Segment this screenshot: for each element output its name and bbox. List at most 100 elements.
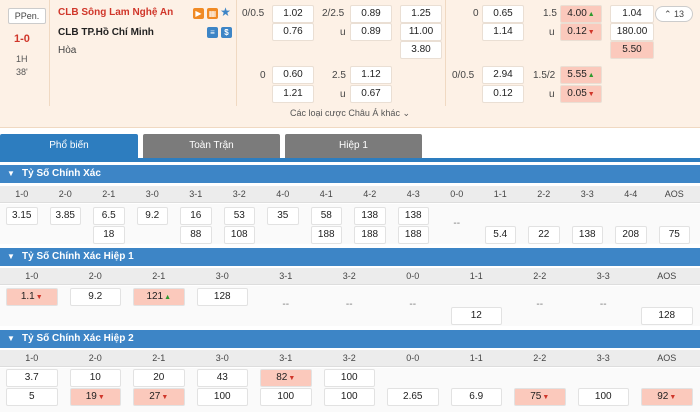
h1-over-odd-1[interactable]: 4.00▲ bbox=[560, 5, 602, 23]
collapse-toggle[interactable]: ⌃ 13 bbox=[655, 6, 693, 22]
ft-hdp-home-odd-1[interactable]: 1.02 bbox=[272, 5, 314, 23]
odd-cell[interactable]: 100 bbox=[260, 388, 312, 406]
odd-cell[interactable]: 92▼ bbox=[641, 388, 693, 406]
favorite-star-icon[interactable]: ★ bbox=[220, 6, 231, 18]
ft-under-odd-1[interactable]: 0.89 bbox=[350, 23, 392, 41]
odd-cell[interactable]: 35 bbox=[267, 207, 299, 225]
odd-cell[interactable]: 121▲ bbox=[133, 288, 185, 306]
odd-cell[interactable]: 18 bbox=[93, 226, 125, 244]
ft-over-odd-2[interactable]: 1.12 bbox=[350, 66, 392, 84]
ft-1x2-home-odd[interactable]: 1.25 bbox=[400, 5, 442, 23]
odd-cell[interactable]: 2.65 bbox=[387, 388, 439, 406]
section-header-ft-correct-score[interactable]: ▼ Tỷ Số Chính Xác bbox=[0, 165, 700, 183]
live-stream-icon[interactable]: ▶ bbox=[193, 8, 204, 19]
odd-cell[interactable]: 88 bbox=[180, 226, 212, 244]
odd-cell[interactable]: 43 bbox=[196, 369, 248, 387]
dollar-icon[interactable]: $ bbox=[221, 27, 232, 38]
odd-cell[interactable]: 82▼ bbox=[260, 369, 312, 387]
away-team-name[interactable]: CLB TP.Hồ Chí Minh bbox=[58, 27, 154, 38]
odd-cell[interactable]: 6.9 bbox=[450, 388, 502, 406]
odd-cell[interactable]: 22 bbox=[528, 226, 560, 244]
odd-cell[interactable]: 5 bbox=[6, 388, 58, 406]
ft-hdp-line-2: 0 bbox=[260, 70, 266, 81]
tab-hiep-1[interactable]: Hiệp 1 bbox=[285, 134, 422, 158]
ft-hdp-away-odd-2[interactable]: 1.21 bbox=[272, 85, 314, 103]
odd-cell[interactable]: 100 bbox=[196, 388, 248, 406]
match-status-column: PPen. 1-0 1H 38' bbox=[0, 0, 50, 106]
odd-cell[interactable]: 3.85 bbox=[49, 207, 81, 225]
odd-cell[interactable]: 100 bbox=[323, 369, 375, 387]
odd-cell[interactable]: 75▼ bbox=[514, 388, 566, 406]
odd-cell[interactable]: 3.7 bbox=[6, 369, 58, 387]
more-asian-bets-link[interactable]: Các loại cược Châu Á khác ⌄ bbox=[0, 108, 700, 119]
odd-cell[interactable]: 108 bbox=[223, 226, 255, 244]
ft-hdp-home-odd-2[interactable]: 0.60 bbox=[272, 66, 314, 84]
odd-value: 208 bbox=[622, 229, 640, 240]
h1-hdp-away-odd-2[interactable]: 0.12 bbox=[482, 85, 524, 103]
info-icon[interactable]: ≡ bbox=[207, 27, 218, 38]
odd-cell[interactable]: 138 bbox=[397, 207, 429, 225]
odd-cell[interactable]: 5.4 bbox=[484, 226, 516, 244]
tab-pho-bien[interactable]: Phổ biến bbox=[0, 134, 138, 158]
score-header: 2-0 bbox=[58, 189, 72, 199]
odd-cell[interactable]: 100 bbox=[577, 388, 629, 406]
section-header-h2-correct-score[interactable]: ▼ Tỷ Số Chính Xác Hiệp 2 bbox=[0, 330, 700, 348]
odd-cell[interactable]: 138 bbox=[354, 207, 386, 225]
odd-cell[interactable]: 128 bbox=[641, 307, 693, 325]
h1-under-odd-1[interactable]: 0.12▼ bbox=[560, 23, 602, 41]
odd-cell[interactable]: 188 bbox=[354, 226, 386, 244]
odd-value: 100 bbox=[213, 391, 231, 402]
odd-cell[interactable]: 188 bbox=[397, 226, 429, 244]
odds-down-icon: ▼ bbox=[288, 375, 296, 382]
tab-toan-tran[interactable]: Toàn Trận bbox=[143, 134, 280, 158]
odd-cell[interactable]: 20 bbox=[133, 369, 185, 387]
odd-cell[interactable]: 188 bbox=[310, 226, 342, 244]
score-header: AOS bbox=[657, 271, 677, 281]
h1-hdp-home-odd-2[interactable]: 2.94 bbox=[482, 66, 524, 84]
h1-1x2-away-odd[interactable]: 180.00 bbox=[610, 23, 654, 41]
h1-1x2-home-odd[interactable]: 1.04 bbox=[610, 5, 654, 23]
odd-cell[interactable]: 1.1▼ bbox=[6, 288, 58, 306]
odd-cell[interactable]: 10 bbox=[69, 369, 121, 387]
stats-icon[interactable]: ▦ bbox=[207, 8, 218, 19]
collapse-caret-icon: ▼ bbox=[7, 334, 15, 343]
h1-over-odd-2[interactable]: 5.55▲ bbox=[560, 66, 602, 84]
odd-cell[interactable]: 58 bbox=[310, 207, 342, 225]
odd-value: 0.12 bbox=[567, 26, 587, 37]
ft-under-odd-2[interactable]: 0.67 bbox=[350, 85, 392, 103]
h1-hdp-away-odd-1[interactable]: 1.14 bbox=[482, 23, 524, 41]
ft-1x2-away-odd[interactable]: 11.00 bbox=[400, 23, 442, 41]
h1-under-odd-2[interactable]: 0.05▼ bbox=[560, 85, 602, 103]
odd-cell[interactable]: 128 bbox=[196, 288, 248, 306]
section-header-h1-correct-score[interactable]: ▼ Tỷ Số Chính Xác Hiệp 1 bbox=[0, 248, 700, 266]
under-label: u bbox=[549, 27, 555, 38]
home-team-name[interactable]: CLB Sông Lam Nghệ An bbox=[58, 7, 173, 18]
odd-cell[interactable]: 9.2 bbox=[69, 288, 121, 306]
odd-cell[interactable]: 16 bbox=[180, 207, 212, 225]
odds-down-icon: ▼ bbox=[161, 394, 169, 401]
score-header: 3-2 bbox=[232, 189, 246, 199]
score-header: 2-1 bbox=[152, 353, 166, 363]
ft-hdp-away-odd-1[interactable]: 0.76 bbox=[272, 23, 314, 41]
odd-cell[interactable]: 100 bbox=[323, 388, 375, 406]
score-header: 0-0 bbox=[406, 271, 420, 281]
odd-cell[interactable]: 208 bbox=[615, 226, 647, 244]
odd-value: 128 bbox=[213, 291, 231, 302]
odd-cell[interactable]: 27▼ bbox=[133, 388, 185, 406]
odd-cell[interactable]: 53 bbox=[223, 207, 255, 225]
odd-cell[interactable]: 6.5 bbox=[93, 207, 125, 225]
odd-cell[interactable]: 75 bbox=[658, 226, 690, 244]
odd-cell[interactable]: 3.15 bbox=[6, 207, 38, 225]
score-header: 0-0 bbox=[406, 353, 420, 363]
odd-cell[interactable]: 9.2 bbox=[136, 207, 168, 225]
section-title: Tỷ Số Chính Xác Hiệp 1 bbox=[22, 251, 134, 262]
h1-1x2-draw-odd[interactable]: 5.50 bbox=[610, 41, 654, 59]
odd-cell[interactable]: 138 bbox=[571, 226, 603, 244]
ft-over-odd-1[interactable]: 0.89 bbox=[350, 5, 392, 23]
odds-up-icon: ▲ bbox=[587, 72, 595, 79]
h1-hdp-home-odd-1[interactable]: 0.65 bbox=[482, 5, 524, 23]
ft-1x2-draw-odd[interactable]: 3.80 bbox=[400, 41, 442, 59]
under-label: u bbox=[340, 27, 346, 38]
odd-cell[interactable]: 12 bbox=[450, 307, 502, 325]
odd-cell[interactable]: 19▼ bbox=[69, 388, 121, 406]
